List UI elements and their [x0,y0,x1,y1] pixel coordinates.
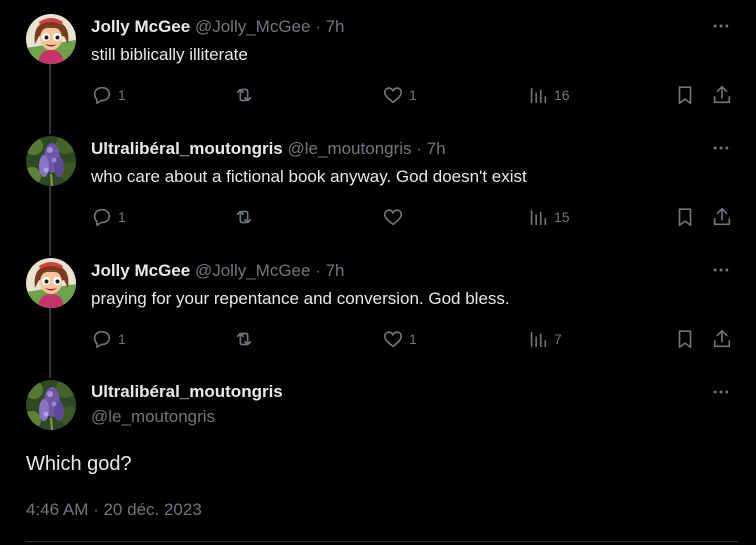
tweet-time[interactable]: · 7h [315,17,344,36]
views-icon [530,209,547,226]
tweet-header: Jolly McGee @Jolly_McGee · 7h [91,260,345,282]
more-button[interactable] [710,381,732,403]
retweet-icon [236,88,252,102]
reply-button[interactable]: 1 [91,205,126,229]
view-count: 7 [554,331,562,347]
like-count: 1 [409,331,417,347]
tweet-time[interactable]: · 7h [416,139,445,158]
tweet-timestamp[interactable]: 4:46 AM · 20 déc. 2023 [26,499,202,521]
tweet-text: Which god? [26,453,132,475]
reply-count: 1 [118,331,126,347]
share-button[interactable] [711,83,733,107]
reply-count: 1 [118,209,126,225]
bookmark-icon [678,86,692,105]
bookmark-button[interactable] [674,327,696,351]
share-icon [713,329,731,348]
thread-connector [49,308,51,378]
thread-connector [49,186,51,256]
views-button[interactable]: 7 [527,327,562,351]
view-count: 16 [554,87,570,103]
like-icon [383,209,403,226]
tweet-text: praying for your repentance and conversi… [91,289,510,308]
author-handle[interactable]: @Jolly_McGee [195,17,311,36]
avatar[interactable] [26,136,76,186]
more-icon [713,390,729,394]
more-button[interactable] [710,259,732,281]
retweet-button[interactable] [233,83,255,107]
like-button[interactable]: 1 [382,83,417,107]
flower-avatar-icon [26,136,76,186]
more-icon [713,24,729,28]
flower-avatar-icon [26,380,76,430]
author-name[interactable]: Jolly McGee [91,261,190,280]
retweet-button[interactable] [233,327,255,351]
action-bar: 1 15 [91,205,731,229]
cartoon-avatar-icon [26,14,76,64]
views-icon [530,331,547,348]
avatar[interactable] [26,258,76,308]
like-count: 1 [409,87,417,103]
view-count: 15 [554,209,570,225]
author-name[interactable]: Ultralibéral_moutongris [91,139,283,158]
retweet-button[interactable] [233,205,255,229]
reply-icon [93,86,111,105]
more-button[interactable] [710,137,732,159]
more-button[interactable] [710,15,732,37]
retweet-icon [236,332,252,346]
bookmark-icon [678,330,692,349]
retweet-icon [236,210,252,224]
share-icon [713,207,731,226]
avatar[interactable] [26,14,76,64]
tweet-time[interactable]: · 7h [315,261,344,280]
reply-icon [93,208,111,227]
like-icon [383,87,403,104]
author-handle[interactable]: @Jolly_McGee [195,261,311,280]
more-icon [713,146,729,150]
conversation-thread: Jolly McGee @Jolly_McGee · 7h still bibl… [0,0,756,545]
reply-icon [93,330,111,349]
action-bar: 1 1 16 [91,83,731,107]
share-button[interactable] [711,205,733,229]
views-button[interactable]: 15 [527,205,570,229]
like-icon [383,331,403,348]
author-name[interactable]: Ultralibéral_moutongris [91,381,283,403]
tweet-text: still biblically illiterate [91,45,248,64]
like-button[interactable]: 1 [382,327,417,351]
like-button[interactable] [382,205,404,229]
author-handle[interactable]: @le_moutongris [288,139,412,158]
more-icon [713,268,729,272]
share-button[interactable] [711,327,733,351]
author-handle[interactable]: @le_moutongris [91,406,215,428]
views-icon [530,87,547,104]
divider [26,541,738,542]
views-button[interactable]: 16 [527,83,570,107]
bookmark-icon [678,208,692,227]
bookmark-button[interactable] [674,83,696,107]
tweet-text: who care about a fictional book anyway. … [91,167,527,186]
cartoon-avatar-icon [26,258,76,308]
thread-connector [49,64,51,134]
bookmark-button[interactable] [674,205,696,229]
tweet-header: Ultralibéral_moutongris @le_moutongris ·… [91,138,446,160]
tweet-header: Jolly McGee @Jolly_McGee · 7h [91,16,345,38]
avatar[interactable] [26,380,76,430]
reply-button[interactable]: 1 [91,83,126,107]
reply-button[interactable]: 1 [91,327,126,351]
action-bar: 1 1 7 [91,327,731,351]
author-name[interactable]: Jolly McGee [91,17,190,36]
reply-count: 1 [118,87,126,103]
share-icon [713,85,731,104]
